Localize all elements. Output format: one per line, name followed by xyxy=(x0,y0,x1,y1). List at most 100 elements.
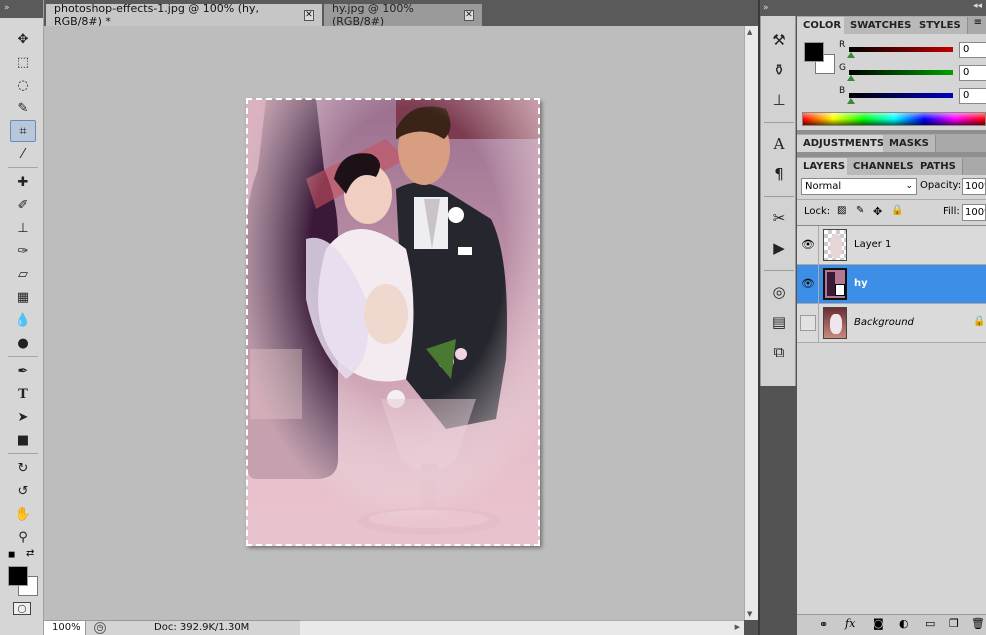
quick-mask-icon[interactable]: ◯ xyxy=(13,602,31,615)
lock-transparent-icon[interactable]: ▨ xyxy=(837,205,846,216)
visibility-toggle[interactable] xyxy=(800,315,816,331)
healing-brush-tool-icon[interactable]: ✚ xyxy=(10,171,36,193)
scroll-right-icon[interactable]: ▶ xyxy=(735,623,740,631)
slider-thumb[interactable] xyxy=(847,75,855,81)
layer-name[interactable]: Background xyxy=(854,317,914,328)
3d-icon[interactable]: ◎ xyxy=(769,282,789,302)
lasso-tool-icon[interactable]: ◌ xyxy=(10,74,36,96)
zoom-level-field[interactable]: 100% xyxy=(44,621,86,635)
layer-row-hy[interactable]: 👁 hy xyxy=(797,265,986,304)
new-layer-icon[interactable]: ❐ xyxy=(949,617,959,630)
blur-tool-icon[interactable]: 💧 xyxy=(10,309,36,331)
lock-pixels-icon[interactable]: ✎ xyxy=(856,205,864,216)
layer-name[interactable]: Layer 1 xyxy=(854,239,891,250)
tab-channels[interactable]: CHANNELS xyxy=(847,158,921,175)
visibility-eye-icon[interactable]: 👁 xyxy=(800,276,816,292)
layers-panel-tabs: LAYERS CHANNELS PATHS xyxy=(797,157,986,175)
close-icon[interactable]: ✕ xyxy=(463,9,474,21)
collapse-arrows-icon[interactable]: » xyxy=(0,3,10,13)
layer-name[interactable]: hy xyxy=(854,278,868,289)
tab-paths[interactable]: PATHS xyxy=(914,158,963,175)
layer-style-fx-icon[interactable]: fx xyxy=(845,617,855,630)
eraser-tool-icon[interactable]: ▱ xyxy=(10,263,36,285)
horizontal-scrollbar[interactable]: ▶ ▶ xyxy=(288,620,744,635)
red-slider[interactable]: R 0 xyxy=(837,40,986,60)
tab-photoshop-effects[interactable]: photoshop-effects-1.jpg @ 100% (hy, RGB/… xyxy=(46,2,322,28)
pen-tool-icon[interactable]: ✒ xyxy=(10,360,36,382)
lock-position-icon[interactable]: ✥ xyxy=(873,205,882,218)
document-image[interactable] xyxy=(246,99,540,546)
hand-tool-icon[interactable]: ✋ xyxy=(10,503,36,525)
foreground-color-swatch[interactable] xyxy=(8,566,28,586)
dodge-tool-icon[interactable]: ● xyxy=(10,332,36,354)
green-value-input[interactable]: 0 xyxy=(959,65,986,81)
eyedropper-tool-icon[interactable]: ⁄ xyxy=(10,143,36,165)
slider-thumb[interactable] xyxy=(847,52,855,58)
notes-icon[interactable]: ▤ xyxy=(769,312,789,332)
slider-track[interactable] xyxy=(849,70,953,75)
collapse-arrows-icon[interactable]: » xyxy=(760,3,769,13)
scroll-up-icon[interactable]: ▲ xyxy=(747,28,752,36)
type-tool-icon[interactable]: T xyxy=(10,383,36,405)
crop-tool-icon[interactable]: ⌗ xyxy=(10,120,36,142)
path-selection-tool-icon[interactable]: ➤ xyxy=(10,406,36,428)
tab-hy[interactable]: hy.jpg @ 100% (RGB/8#) ✕ xyxy=(324,2,482,28)
scroll-down-icon[interactable]: ▼ xyxy=(747,610,752,618)
fill-input[interactable]: 100% xyxy=(962,204,986,221)
default-colors-icon[interactable]: ◼ xyxy=(8,550,15,560)
tab-masks[interactable]: MASKS xyxy=(883,135,936,152)
brush-tool-icon[interactable]: ✐ xyxy=(10,194,36,216)
character-icon[interactable]: A xyxy=(769,134,789,154)
wedding-photo xyxy=(246,99,540,546)
delete-layer-icon[interactable]: 🗑 xyxy=(971,617,985,630)
clone-source-icon[interactable]: ⊥ xyxy=(769,90,789,110)
foreground-color-swatch[interactable] xyxy=(804,42,824,62)
brushes-icon[interactable]: ⚱ xyxy=(769,60,789,80)
gradient-tool-icon[interactable]: ▦ xyxy=(10,286,36,308)
move-tool-icon[interactable]: ✥ xyxy=(10,28,36,50)
close-icon[interactable]: ✕ xyxy=(303,9,314,21)
adjustment-layer-icon[interactable]: ◐ xyxy=(899,617,909,630)
add-mask-icon[interactable]: ◙ xyxy=(873,617,884,630)
new-group-icon[interactable]: ▭ xyxy=(925,617,935,630)
swap-colors-icon[interactable]: ⇄ xyxy=(26,548,34,559)
tab-layers[interactable]: LAYERS xyxy=(797,158,853,175)
slider-thumb[interactable] xyxy=(847,98,855,104)
tools-panel-grip[interactable]: » xyxy=(0,0,43,18)
3d-rotate-tool-icon[interactable]: ↻ xyxy=(10,457,36,479)
red-value-input[interactable]: 0 xyxy=(959,42,986,58)
tab-adjustments[interactable]: ADJUSTMENTS xyxy=(797,135,892,152)
green-slider[interactable]: G 0 xyxy=(837,63,986,83)
history-brush-tool-icon[interactable]: ✑ xyxy=(10,240,36,262)
blue-value-input[interactable]: 0 xyxy=(959,88,986,104)
vertical-scrollbar[interactable]: ▲ ▼ xyxy=(744,26,758,620)
layer-row-layer-1[interactable]: 👁 Layer 1 xyxy=(797,226,986,265)
status-icon[interactable]: ◷ xyxy=(94,622,106,634)
blend-mode-select[interactable]: Normal ⌄ xyxy=(801,178,917,195)
lock-all-icon[interactable]: 🔒 xyxy=(891,205,903,216)
color-spectrum-bar[interactable] xyxy=(802,112,986,126)
tab-color[interactable]: COLOR xyxy=(797,17,849,34)
paragraph-icon[interactable]: ¶ xyxy=(769,164,789,184)
collapse-panels-icon[interactable]: ◂◂ xyxy=(973,1,982,11)
slider-track[interactable] xyxy=(849,47,953,52)
opacity-input[interactable]: 100% xyxy=(962,178,986,195)
blue-slider[interactable]: B 0 xyxy=(837,86,986,106)
quick-selection-tool-icon[interactable]: ✎ xyxy=(10,97,36,119)
animation-icon[interactable]: ⧉ xyxy=(769,342,789,362)
actions-icon[interactable]: ▶ xyxy=(769,238,789,258)
3d-orbit-tool-icon[interactable]: ↺ xyxy=(10,480,36,502)
shape-tool-icon[interactable]: ■ xyxy=(10,429,36,451)
marquee-tool-icon[interactable]: ⬚ xyxy=(10,51,36,73)
link-layers-icon[interactable]: ⚭ xyxy=(819,618,828,631)
zoom-tool-icon[interactable]: ⚲ xyxy=(10,526,36,548)
history-icon[interactable]: ✂ xyxy=(769,208,789,228)
panel-menu-icon[interactable]: ≡ xyxy=(974,17,982,28)
slider-track[interactable] xyxy=(849,93,953,98)
clone-stamp-tool-icon[interactable]: ⊥ xyxy=(10,217,36,239)
tool-presets-icon[interactable]: ⚒ xyxy=(769,30,789,50)
tab-styles[interactable]: STYLES xyxy=(913,17,968,34)
visibility-eye-icon[interactable]: 👁 xyxy=(800,237,816,253)
tab-swatches[interactable]: SWATCHES xyxy=(844,17,919,34)
layer-row-background[interactable]: Background 🔒 xyxy=(797,304,986,343)
